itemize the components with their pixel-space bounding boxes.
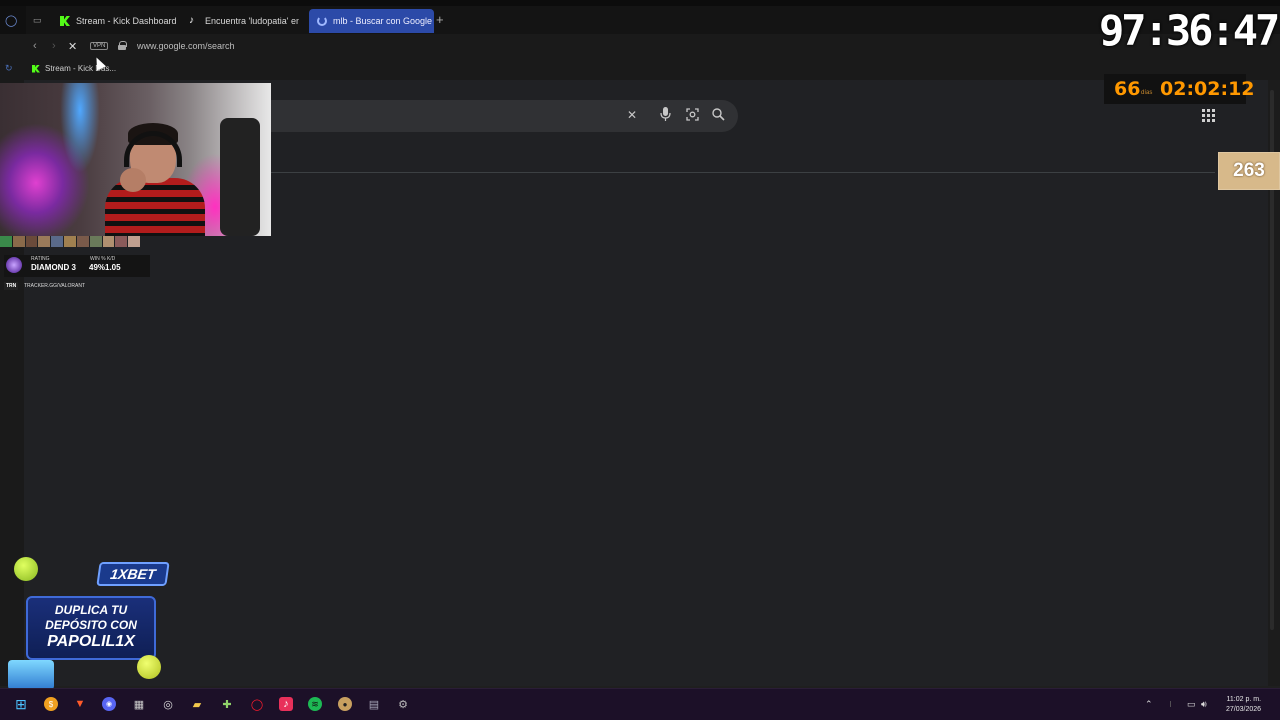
search-icon[interactable] — [712, 108, 725, 124]
streamer-figure — [100, 123, 205, 236]
tab-kick-dashboard[interactable]: Stream - Kick Dashboard — [52, 9, 182, 33]
new-tab-button[interactable]: + — [436, 12, 444, 27]
stop-loading-icon[interactable]: ✕ — [68, 40, 77, 53]
rank-tracker-panel — [4, 255, 150, 277]
rating-label: RATING — [31, 256, 50, 262]
mic-tray-icon[interactable]: ⏽ — [1167, 699, 1174, 710]
tab-label: Stream - Kick Dashboard — [76, 16, 177, 26]
mic-icon[interactable] — [660, 107, 671, 124]
tennis-ball-icon — [14, 557, 38, 581]
tab-tiktok[interactable]: ♪ Encuentra 'ludopatia' en T — [181, 9, 299, 33]
days-time: 02:02:12 — [1160, 78, 1255, 100]
viewer-counter: 263 — [1218, 152, 1280, 190]
app-icon[interactable]: ● — [338, 697, 352, 711]
google-apps-icon[interactable] — [1202, 109, 1215, 122]
subathon-timer: 97:36:47 — [1099, 6, 1280, 55]
clock-time: 11:02 p. m. — [1226, 696, 1262, 703]
diamond-rank-icon — [6, 257, 22, 273]
url-field[interactable]: www.google.com/search — [137, 41, 235, 51]
ad-line-3: PAPOLIL1X — [47, 633, 135, 650]
win-kd-value: 49%1.05 — [89, 263, 121, 272]
lock-icon[interactable] — [118, 41, 127, 50]
tab-google-search[interactable]: mlb - Buscar con Google — [309, 9, 434, 33]
gift-icon — [8, 660, 54, 690]
tennis-ball-icon — [137, 655, 161, 679]
tab-menu-icon[interactable]: ▭ — [33, 15, 42, 26]
rating-value: DIAMOND 3 — [31, 263, 76, 272]
tab-label: mlb - Buscar con Google — [333, 16, 433, 26]
tracker-url: TRACKER.GG/VALORANT — [24, 283, 86, 289]
tiktok-icon: ♪ — [189, 15, 194, 26]
clock[interactable]: 11:02 p. m. 27/03/2026 — [1226, 695, 1261, 715]
bookmark-bar — [0, 60, 1280, 80]
days-label: días — [1141, 90, 1153, 96]
brave-icon[interactable]: ▼ — [73, 697, 87, 711]
opera-icon[interactable]: ◯ — [250, 697, 264, 711]
refresh-sidebar-icon[interactable]: ↻ — [5, 63, 13, 74]
opera-logo-icon[interactable]: ◯ — [5, 14, 17, 27]
forward-icon[interactable]: › — [52, 40, 56, 52]
clear-search-icon[interactable]: ✕ — [627, 108, 637, 122]
speaker-icon[interactable]: 🔊︎ — [1201, 699, 1207, 710]
agent-portraits-strip — [0, 236, 140, 247]
vpn-badge[interactable]: VPN — [90, 42, 109, 50]
settings-icon[interactable]: ⚙ — [396, 697, 410, 711]
store-icon[interactable]: ▦ — [132, 697, 146, 711]
ad-line-1: DUPLICA TU — [54, 603, 128, 617]
windows-icon[interactable]: ⊞ — [14, 696, 28, 712]
ad-logo: 1XBET — [96, 562, 170, 586]
lens-icon[interactable] — [686, 108, 699, 124]
kick-icon — [32, 64, 40, 73]
spotify-icon[interactable]: ≋ — [308, 697, 322, 711]
chat-icon[interactable]: ▤ — [367, 697, 381, 711]
days-count: 66 — [1114, 78, 1141, 100]
display-icon[interactable]: ▭ — [1187, 699, 1196, 710]
back-icon[interactable]: ‹ — [33, 40, 37, 52]
discord-icon[interactable]: ◉ — [102, 697, 116, 711]
gamepad-icon[interactable]: ✚ — [220, 697, 234, 711]
trn-logo: TRN — [4, 282, 19, 290]
win-kd-label: WIN % K/D — [90, 256, 116, 262]
tray-chevron-icon[interactable]: ⌃ — [1145, 699, 1153, 710]
kick-icon — [60, 16, 70, 26]
tiktok-icon[interactable]: ♪ — [279, 697, 293, 711]
folder-icon[interactable]: ▰ — [190, 697, 204, 711]
clock-date: 27/03/2026 — [1226, 706, 1262, 713]
obs-icon[interactable]: ◎ — [161, 697, 175, 711]
webcam-overlay — [0, 83, 271, 236]
tab-label: Encuentra 'ludopatia' en T — [205, 16, 299, 26]
coin-icon[interactable]: $ — [44, 697, 58, 711]
loading-spinner-icon — [317, 16, 327, 26]
results-divider — [270, 172, 1215, 173]
ad-line-2: DEPÓSITO CON — [45, 618, 137, 632]
